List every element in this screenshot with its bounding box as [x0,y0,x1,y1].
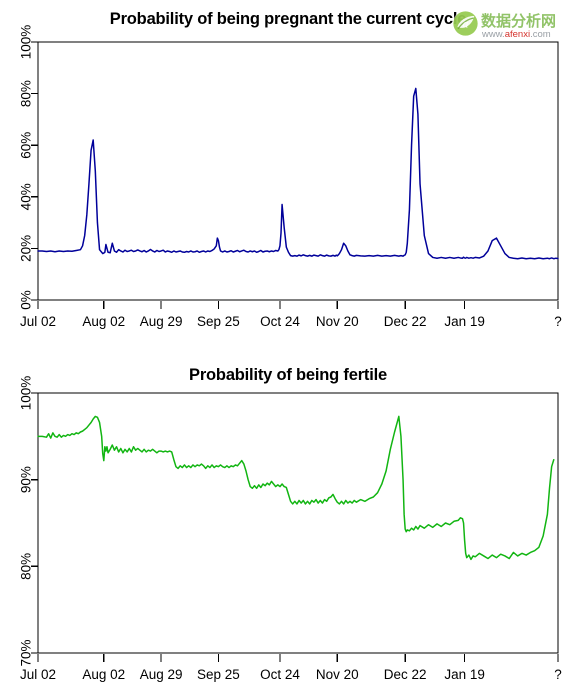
x-tick-label: Aug 02 [82,314,125,329]
x-tick-label: Jul 02 [20,667,56,682]
x-tick-label: Sep 25 [197,314,240,329]
data-series-line [37,415,555,561]
x-tick-label: Aug 29 [140,314,183,329]
chart-page: Probability of being pregnant the curren… [0,0,576,700]
y-tick-label: 90% [19,466,34,493]
x-tick-label: ? [554,667,562,682]
chart-panel-fertile: Probability of being fertile 70% 80% 90% 10… [0,352,576,700]
x-tick-label: Nov 20 [316,667,359,682]
data-series-line [37,87,559,260]
y-tick-label: 100% [19,376,34,411]
y-tick-label: 0% [19,290,34,310]
y-tick-label: 80% [19,553,34,580]
x-tick-label: Jan 19 [444,314,485,329]
x-tick-label: Dec 22 [384,667,427,682]
x-tick-label: Oct 24 [260,314,300,329]
plot-frame [37,41,559,301]
x-tick-label: Jan 19 [444,667,485,682]
x-tick-label: Sep 25 [197,667,240,682]
y-tick-label: 40% [19,183,34,210]
x-tick-label: Dec 22 [384,314,427,329]
x-tick-label: Aug 02 [82,667,125,682]
x-tick-label: Aug 29 [140,667,183,682]
plot-area-fertile: 70% 80% 90% 100% Jul 02 Aug 02 Aug 29 Sep 25 Oct… [19,376,562,682]
y-tick-label: 80% [19,80,34,107]
y-tick-label: 60% [19,132,34,159]
x-tick-label: Oct 24 [260,667,300,682]
y-tick-label: 100% [19,25,34,60]
plot-area-pregnant: 0% 20% 40% 60% 80% 100% Jul 02 Aug 02 Aug 29 Sep … [19,25,562,329]
plot-frame [37,392,559,654]
chart-panel-pregnant: Probability of being pregnant the curren… [0,0,576,360]
y-tick-label: 70% [19,639,34,666]
x-tick-label: Nov 20 [316,314,359,329]
y-tick-label: 20% [19,235,34,262]
x-tick-label: Jul 02 [20,314,56,329]
x-tick-label: ? [554,314,562,329]
